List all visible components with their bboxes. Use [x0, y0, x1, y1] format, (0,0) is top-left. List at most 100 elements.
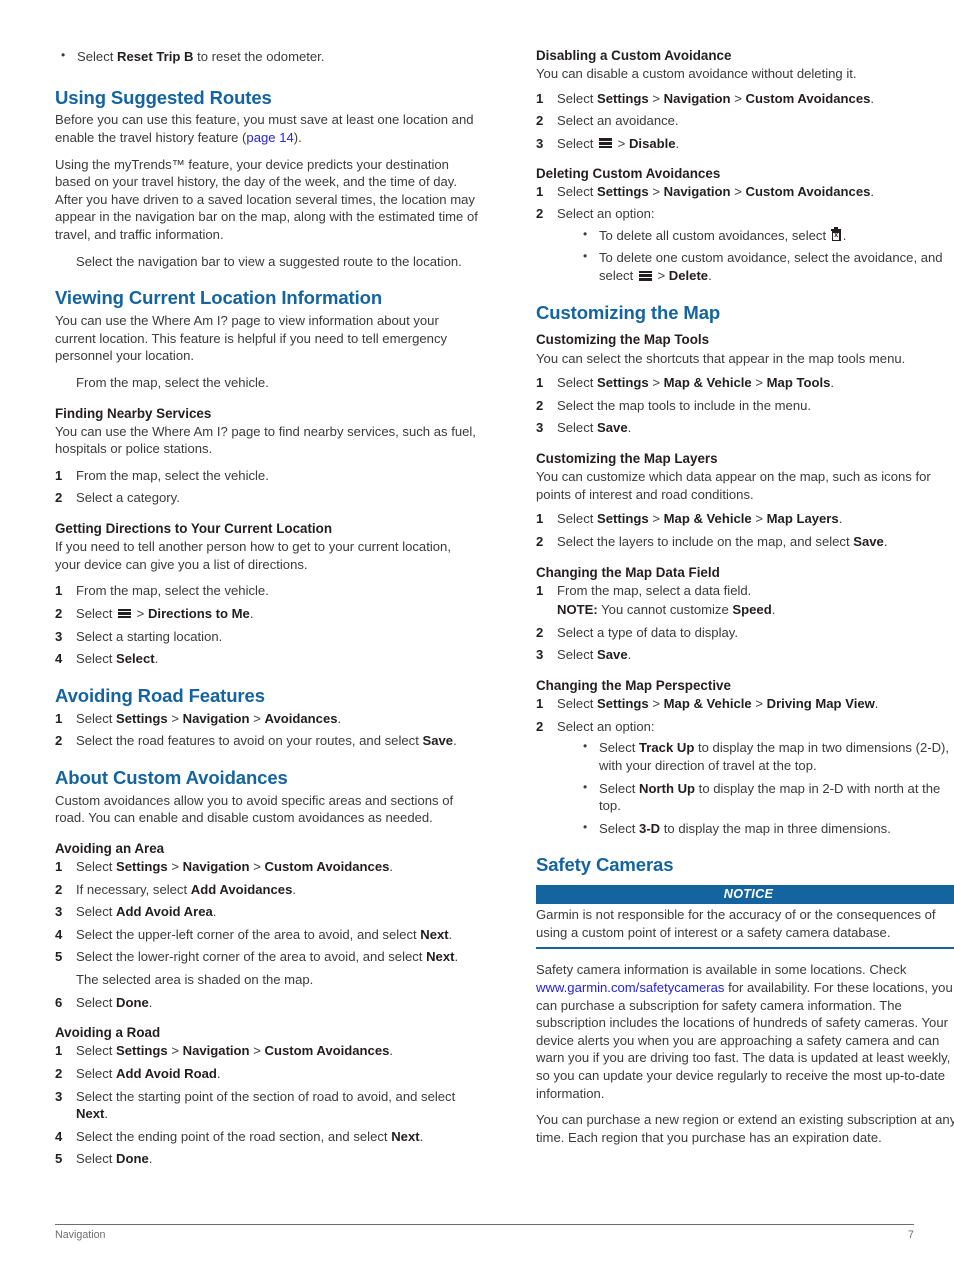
- bullet-text-prefix: Select: [599, 780, 640, 796]
- list-item: Select Track Up to display the map in tw…: [577, 738, 954, 774]
- step-text-prefix: Select the lower-right corner of the are…: [76, 949, 427, 965]
- step-sub-note: The selected area is shaded on the map.: [76, 972, 314, 988]
- step-text-bold: Navigation: [182, 1043, 250, 1059]
- note-text-a: You cannot customize: [597, 602, 733, 618]
- step-text-prefix: Select: [76, 1151, 117, 1167]
- heading-changing-map-perspective: Changing the Map Perspective: [536, 678, 731, 694]
- page-14-link[interactable]: page 14: [246, 130, 293, 145]
- page-footer: Navigation 7: [55, 1224, 914, 1241]
- bullet-text-bold: North Up: [639, 780, 696, 796]
- hamburger-menu-icon: [638, 270, 652, 281]
- step-text-bold: Done: [116, 1151, 149, 1167]
- steps-customizing-map-layers: Select Settings > Map & Vehicle > Map La…: [536, 510, 954, 550]
- step-text-bold: Select: [116, 651, 155, 667]
- trash-can-icon: x: [831, 227, 842, 242]
- notice-box: NOTICE Garmin is not responsible for the…: [536, 885, 954, 950]
- step-item: Select Settings > Map & Vehicle > Map La…: [536, 510, 954, 528]
- step-text-separator: >: [751, 375, 767, 391]
- step-text-separator: >: [648, 696, 664, 712]
- step-text-suffix: .: [870, 90, 875, 106]
- heading-using-suggested-routes: Using Suggested Routes: [55, 86, 272, 108]
- two-column-layout: Select Reset Trip B to reset the odomete…: [30, 47, 954, 1174]
- paragraph-suggested-routes-intro: Before you can use this feature, you mus…: [55, 111, 480, 146]
- list-item: To delete one custom avoidance, select t…: [577, 248, 954, 284]
- step-item: Select Save.: [536, 646, 954, 664]
- step-item: Select an option: To delete all custom a…: [536, 205, 954, 284]
- step-text-suffix: .: [838, 511, 843, 527]
- step-text-bold: Settings: [597, 375, 649, 391]
- step-text-suffix: .: [154, 651, 159, 667]
- step-text: Select an option:: [557, 718, 655, 734]
- step-item: Select Settings > Navigation > Custom Av…: [536, 90, 954, 108]
- step-item: Select Settings > Navigation > Avoidance…: [55, 710, 480, 728]
- paragraph-text-a: Safety camera information is available i…: [536, 962, 907, 978]
- bullet-text-bold: Delete: [668, 268, 709, 284]
- bullet-text-separator: >: [653, 268, 669, 284]
- step-text-suffix: .: [870, 183, 875, 199]
- step-text-prefix: Select: [557, 420, 598, 436]
- step-text-bold: Navigation: [182, 859, 250, 874]
- step-item: Select Add Avoid Area.: [55, 903, 480, 921]
- paragraph-select-vehicle: From the map, select the vehicle.: [76, 374, 269, 390]
- step-item: Select Settings > Navigation > Custom Av…: [55, 858, 480, 876]
- paragraph-disabling-intro: You can disable a custom avoidance witho…: [536, 66, 857, 82]
- step-item: Select the layers to include on the map,…: [536, 533, 954, 551]
- step-text-bold: Navigation: [663, 183, 731, 199]
- steps-deleting-custom-avoidances: Select Settings > Navigation > Custom Av…: [536, 183, 954, 285]
- step-item: Select a category.: [55, 489, 180, 506]
- step-item: Select Add Avoid Road.: [55, 1065, 480, 1083]
- notice-body-text: Garmin is not responsible for the accura…: [536, 904, 954, 950]
- step-text-prefix: Select: [76, 994, 117, 1010]
- step-text-suffix: .: [883, 533, 888, 549]
- step-text-suffix: .: [148, 1151, 153, 1167]
- heading-avoiding-a-road: Avoiding a Road: [55, 1025, 161, 1041]
- step-text-prefix: Select: [76, 859, 117, 874]
- step-text-suffix: .: [104, 1106, 109, 1122]
- step-text-bold: Settings: [597, 90, 649, 106]
- heading-avoiding-road-features: Avoiding Road Features: [55, 684, 265, 706]
- step-text-bold: Next: [391, 1128, 420, 1144]
- heading-customizing-map-layers: Customizing the Map Layers: [536, 450, 718, 466]
- step-text-suffix: .: [627, 420, 632, 436]
- step-text-suffix: .: [454, 949, 459, 965]
- step-text-separator: >: [751, 511, 767, 527]
- step-text: From the map, select a data field.: [557, 582, 752, 598]
- step-item: Select the lower-right corner of the are…: [55, 948, 480, 988]
- step-text-suffix: .: [389, 859, 394, 874]
- step-text-bold: Done: [116, 994, 149, 1010]
- step-text-separator: >: [730, 183, 746, 199]
- bullet-text-bold: Track Up: [639, 740, 695, 756]
- step-text-suffix: .: [453, 733, 457, 749]
- step-item: Select an avoidance.: [536, 112, 679, 129]
- safetycameras-url-link[interactable]: www.garmin.com/safetycameras: [536, 980, 724, 995]
- step-text-prefix: Select the road features to avoid on you…: [76, 733, 423, 749]
- step-text-separator: >: [133, 606, 148, 621]
- step-text-suffix: .: [337, 710, 342, 726]
- step-text-bold: Navigation: [182, 710, 250, 726]
- step-text-prefix: Select: [76, 1043, 117, 1059]
- heading-customizing-the-map: Customizing the Map: [536, 301, 721, 323]
- step-item: Select the upper-left corner of the area…: [55, 926, 480, 944]
- step-item: Select Settings > Map & Vehicle > Drivin…: [536, 695, 954, 713]
- step-text-suffix: .: [830, 375, 835, 391]
- bullet-text-bold: Reset Trip B: [117, 49, 194, 64]
- heading-changing-map-data-field: Changing the Map Data Field: [536, 564, 720, 580]
- step-text-suffix: .: [627, 647, 632, 663]
- step-text-separator: >: [167, 710, 183, 726]
- step-text-prefix: Select: [557, 647, 598, 663]
- step-item: Select the map tools to include in the m…: [536, 397, 812, 414]
- step-text-bold: Custom Avoidances: [745, 90, 871, 106]
- step-text-bold: Settings: [597, 183, 649, 199]
- step-text-bold: Add Avoidances: [190, 881, 293, 897]
- step-text-bold: Map & Vehicle: [663, 511, 752, 527]
- heading-about-custom-avoidances: About Custom Avoidances: [55, 766, 288, 788]
- step-item: Select Save.: [536, 419, 954, 437]
- top-bullet-list: Select Reset Trip B to reset the odomete…: [55, 47, 480, 66]
- step-text-suffix: .: [675, 135, 680, 151]
- notice-title-bar: NOTICE: [536, 885, 954, 905]
- heading-safety-cameras: Safety Cameras: [536, 854, 674, 876]
- heading-customizing-map-tools: Customizing the Map Tools: [536, 332, 710, 348]
- step-text-prefix: Select: [557, 696, 598, 712]
- step-text-separator: >: [614, 135, 629, 151]
- paragraph-subscription-purchase: You can purchase a new region or extend …: [536, 1112, 954, 1145]
